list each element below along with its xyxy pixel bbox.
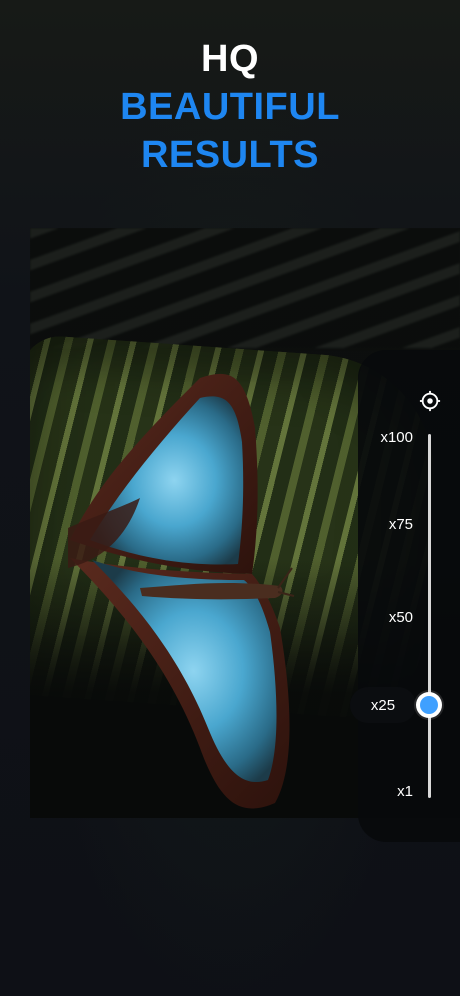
settings-gear-icon[interactable] (419, 390, 441, 412)
zoom-slider-panel: x100 x75 x50 x25 x1 (350, 350, 460, 842)
zoom-option-x1[interactable]: x1 (397, 783, 413, 800)
zoom-option-x25-selected[interactable]: x25 (350, 687, 416, 723)
zoom-track[interactable] (428, 434, 431, 798)
headline-line-1: HQ (201, 38, 259, 80)
zoom-option-x50[interactable]: x50 (389, 609, 413, 626)
headline-line-3: RESULTS (140, 134, 320, 176)
headline: HQ BEAUTIFUL RESULTS (0, 40, 460, 184)
zoom-slider-knob[interactable] (416, 692, 442, 718)
zoom-option-x75[interactable]: x75 (389, 516, 413, 533)
zoom-label-selected: x25 (370, 696, 396, 714)
zoom-option-x100[interactable]: x100 (380, 429, 413, 446)
zoom-knob-inner (420, 696, 438, 714)
headline-line-2: BEAUTIFUL (120, 86, 340, 128)
